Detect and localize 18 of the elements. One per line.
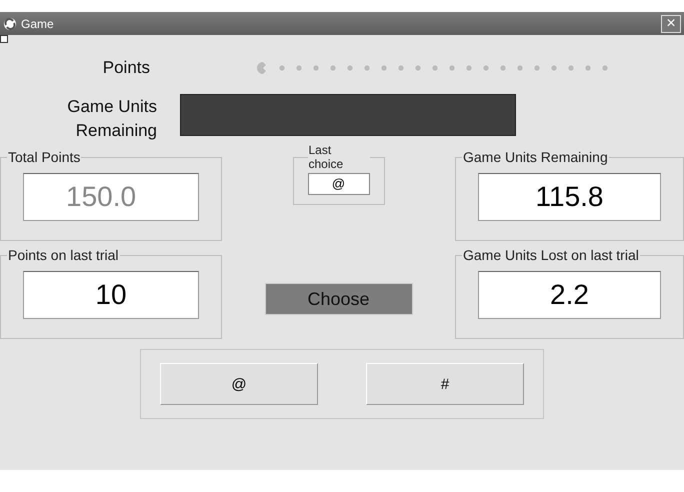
group-title: Total Points [7, 149, 82, 165]
option-button[interactable]: @ [160, 363, 318, 405]
group-title: Game Units Lost on last trial [462, 247, 640, 263]
close-button[interactable]: × [661, 14, 681, 32]
value-field: 10 [23, 271, 199, 319]
points-label: Points [102, 58, 150, 78]
group-title: Last choice [308, 143, 344, 171]
group-title: Game Units Remaining [462, 149, 609, 165]
option-button[interactable]: # [366, 363, 524, 405]
value-field: 2.2 [478, 271, 661, 319]
corner-mark-icon [0, 35, 8, 43]
group-title: Points on last trial [7, 247, 120, 263]
value-field: 150.0 [23, 173, 199, 221]
value-field: 115.8 [478, 173, 661, 221]
window-title: Game [21, 16, 55, 30]
units-label: Game Units Remaining [66, 96, 157, 142]
choice-field: @ [308, 173, 370, 195]
app-icon [3, 16, 17, 30]
